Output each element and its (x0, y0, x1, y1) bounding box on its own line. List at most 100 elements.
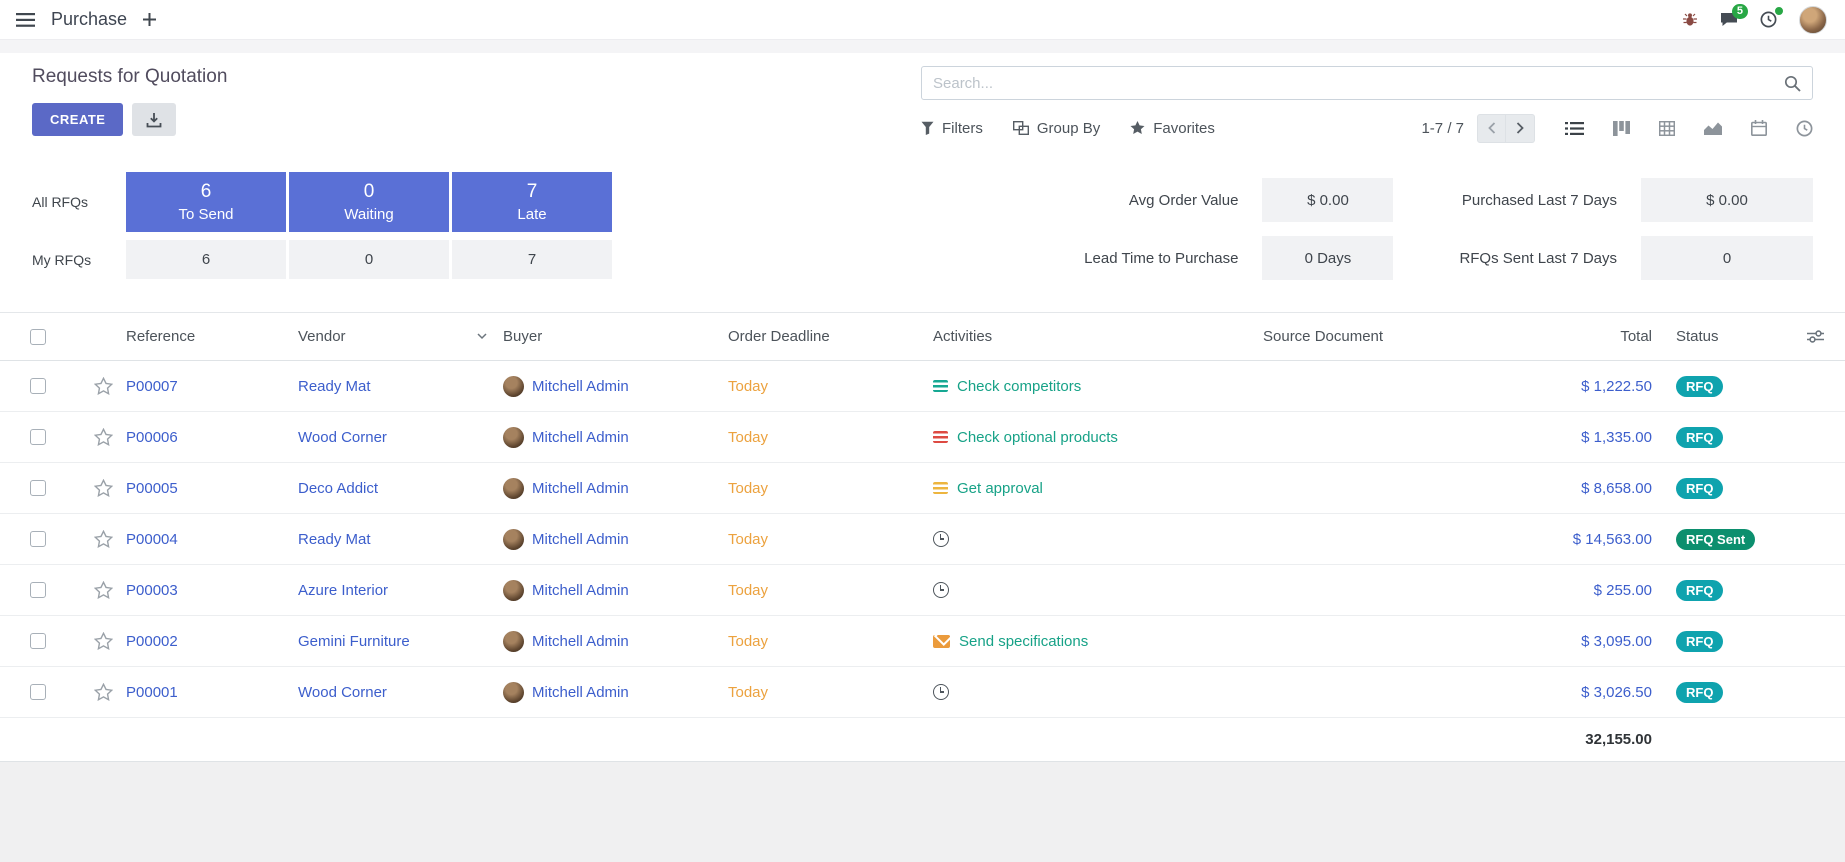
select-all-checkbox[interactable] (30, 329, 46, 345)
buyer-link[interactable]: Mitchell Admin (532, 684, 629, 701)
lead-time-value[interactable]: 0 Days (1262, 236, 1393, 280)
pivot-view-icon[interactable] (1659, 121, 1675, 136)
row-checkbox[interactable] (30, 531, 46, 547)
reference-link[interactable]: P00005 (126, 480, 178, 497)
header-total[interactable]: Total (1490, 328, 1660, 345)
create-button[interactable]: CREATE (32, 103, 123, 136)
search-bar (921, 66, 1813, 100)
tile-waiting[interactable]: 0 Waiting (289, 172, 449, 232)
vendor-link[interactable]: Ready Mat (298, 531, 371, 548)
purchased-last-7-days[interactable]: $ 0.00 (1641, 178, 1813, 222)
header-order-deadline[interactable]: Order Deadline (728, 328, 933, 345)
table-footer: 32,155.00 (0, 718, 1845, 762)
debug-bug-icon[interactable] (1682, 12, 1698, 27)
favorite-star-icon[interactable] (94, 530, 113, 548)
header-vendor[interactable]: Vendor (298, 328, 503, 345)
activity-view-icon[interactable] (1796, 120, 1813, 137)
vendor-link[interactable]: Wood Corner (298, 429, 387, 446)
table-row[interactable]: P00003 Azure Interior Mitchell Admin Tod… (0, 565, 1845, 616)
header-source-document[interactable]: Source Document (1263, 328, 1490, 345)
activity-cell[interactable] (933, 531, 1263, 547)
rfqs-sent-last-7-days[interactable]: 0 (1641, 236, 1813, 280)
reference-link[interactable]: P00002 (126, 633, 178, 650)
table-row[interactable]: P00007 Ready Mat Mitchell Admin Today Ch… (0, 361, 1845, 412)
row-checkbox[interactable] (30, 684, 46, 700)
reference-link[interactable]: P00006 (126, 429, 178, 446)
buyer-link[interactable]: Mitchell Admin (532, 429, 629, 446)
my-to-send-count[interactable]: 6 (126, 240, 286, 279)
reference-link[interactable]: P00003 (126, 582, 178, 599)
activity-summary: Send specifications (959, 633, 1088, 650)
header-buyer[interactable]: Buyer (503, 328, 728, 345)
table-row[interactable]: P00006 Wood Corner Mitchell Admin Today … (0, 412, 1845, 463)
search-icon[interactable] (1784, 75, 1801, 92)
vendor-link[interactable]: Deco Addict (298, 480, 378, 497)
activity-cell[interactable]: Check optional products (933, 429, 1263, 446)
favorite-star-icon[interactable] (94, 683, 113, 701)
reference-link[interactable]: P00004 (126, 531, 178, 548)
user-avatar[interactable] (1799, 6, 1827, 34)
row-checkbox[interactable] (30, 480, 46, 496)
header-activities[interactable]: Activities (933, 328, 1263, 345)
row-checkbox[interactable] (30, 429, 46, 445)
vendor-link[interactable]: Azure Interior (298, 582, 388, 599)
activity-cell[interactable]: Check competitors (933, 378, 1263, 395)
optional-columns-icon[interactable] (1785, 330, 1845, 343)
favorites-button[interactable]: Favorites (1130, 120, 1215, 137)
favorite-star-icon[interactable] (94, 581, 113, 599)
search-input[interactable] (933, 75, 1784, 92)
activity-cell[interactable]: Get approval (933, 480, 1263, 497)
my-late-count[interactable]: 7 (452, 240, 612, 279)
tile-to-send[interactable]: 6 To Send (126, 172, 286, 232)
table-row[interactable]: P00001 Wood Corner Mitchell Admin Today … (0, 667, 1845, 718)
buyer-link[interactable]: Mitchell Admin (532, 633, 629, 650)
activities-clock-icon[interactable] (1760, 11, 1777, 28)
favorite-star-icon[interactable] (94, 632, 113, 650)
tile-late[interactable]: 7 Late (452, 172, 612, 232)
activity-cell[interactable] (933, 684, 1263, 700)
vendor-link[interactable]: Ready Mat (298, 378, 371, 395)
kanban-view-icon[interactable] (1613, 121, 1630, 136)
my-waiting-count[interactable]: 0 (289, 240, 449, 279)
list-view-icon[interactable] (1565, 121, 1584, 136)
messages-icon[interactable]: 5 (1720, 12, 1738, 27)
header-status[interactable]: Status (1660, 328, 1785, 345)
row-checkbox[interactable] (30, 582, 46, 598)
app-title[interactable]: Purchase (51, 9, 127, 30)
apps-menu-icon[interactable] (16, 13, 35, 27)
rfq-list: Reference Vendor Buyer Order Deadline Ac… (0, 312, 1845, 762)
export-button[interactable] (132, 103, 176, 136)
favorite-star-icon[interactable] (94, 377, 113, 395)
vendor-link[interactable]: Gemini Furniture (298, 633, 410, 650)
chevron-down-icon[interactable] (477, 333, 487, 340)
buyer-link[interactable]: Mitchell Admin (532, 378, 629, 395)
calendar-view-icon[interactable] (1751, 120, 1767, 136)
plus-icon[interactable] (143, 13, 156, 26)
graph-view-icon[interactable] (1704, 121, 1722, 135)
table-row[interactable]: P00005 Deco Addict Mitchell Admin Today … (0, 463, 1845, 514)
favorite-star-icon[interactable] (94, 479, 113, 497)
activity-cell[interactable]: Send specifications (933, 633, 1263, 650)
pager-previous-button[interactable] (1477, 114, 1506, 143)
order-deadline: Today (728, 531, 768, 548)
top-navbar: Purchase 5 (0, 0, 1845, 40)
avg-order-value[interactable]: $ 0.00 (1262, 178, 1393, 222)
pager-range[interactable]: 1-7 / 7 (1421, 120, 1464, 137)
table-row[interactable]: P00004 Ready Mat Mitchell Admin Today $ … (0, 514, 1845, 565)
favorite-star-icon[interactable] (94, 428, 113, 446)
activity-cell[interactable] (933, 582, 1263, 598)
reference-link[interactable]: P00007 (126, 378, 178, 395)
row-checkbox[interactable] (30, 633, 46, 649)
filters-button[interactable]: Filters (921, 120, 983, 137)
buyer-link[interactable]: Mitchell Admin (532, 531, 629, 548)
header-reference[interactable]: Reference (126, 328, 298, 345)
pager-next-button[interactable] (1506, 114, 1535, 143)
vendor-header-label: Vendor (298, 328, 346, 345)
group-by-button[interactable]: Group By (1013, 120, 1100, 137)
table-row[interactable]: P00002 Gemini Furniture Mitchell Admin T… (0, 616, 1845, 667)
reference-link[interactable]: P00001 (126, 684, 178, 701)
buyer-link[interactable]: Mitchell Admin (532, 582, 629, 599)
buyer-link[interactable]: Mitchell Admin (532, 480, 629, 497)
vendor-link[interactable]: Wood Corner (298, 684, 387, 701)
row-checkbox[interactable] (30, 378, 46, 394)
